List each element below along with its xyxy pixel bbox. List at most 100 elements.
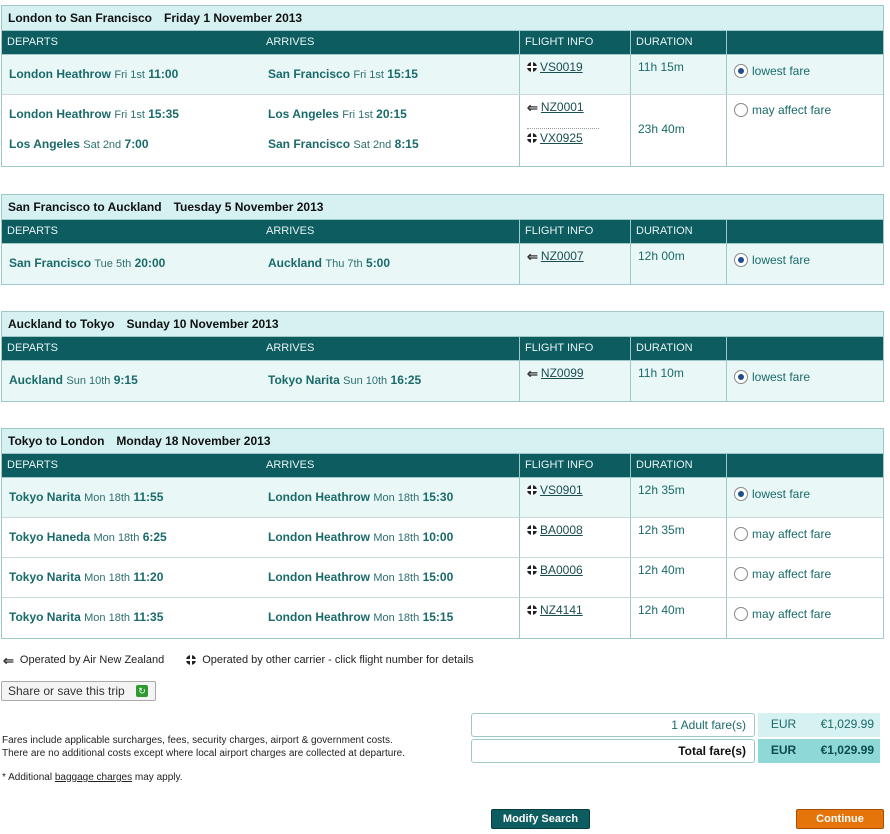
- fare-summary: 1 Adult fare(s) EUR €1,029.99 Total fare…: [471, 713, 880, 765]
- departure-day: Sun 10th: [66, 375, 111, 387]
- flight-number-link[interactable]: NZ0001: [541, 100, 584, 114]
- flight-info-cell: ⇐ NZ0007: [519, 244, 630, 284]
- column-header-select: [726, 454, 883, 477]
- flight-option-row: Tokyo Narita Mon 18th 11:55 London Heathr…: [2, 478, 883, 518]
- fare-radio-button[interactable]: [734, 566, 748, 581]
- leg-route: San Francisco to Auckland: [8, 200, 162, 214]
- other-carrier-icon: [527, 605, 537, 615]
- other-carrier-icon: [527, 525, 537, 535]
- arrival: San Francisco Fri 1st 15:15: [268, 55, 519, 81]
- departure-day: Mon 18th: [84, 492, 131, 504]
- departure-time: 11:00: [148, 67, 179, 81]
- baggage-charges-link[interactable]: baggage charges: [55, 772, 132, 783]
- departs-cell: Tokyo Narita Mon 18th 11:35: [2, 598, 261, 638]
- arrival: Los Angeles Fri 1st 20:15: [268, 95, 519, 121]
- air-new-zealand-icon: ⇐: [527, 99, 538, 115]
- duration-cell: 12h 40m: [630, 598, 726, 638]
- baggage-suffix: may apply.: [132, 772, 183, 783]
- arrival-day: Mon 18th: [373, 532, 420, 544]
- flight-number-link[interactable]: VS0019: [540, 60, 583, 74]
- fare-note: lowest fare: [752, 252, 811, 267]
- legend-other-text: Operated by other carrier - click flight…: [202, 654, 474, 666]
- departure-airport: London Heathrow: [9, 67, 111, 81]
- fare-radio-button[interactable]: [734, 606, 748, 621]
- other-carrier-icon: [527, 133, 537, 143]
- flight-number: ⇐ NZ0007: [527, 249, 630, 263]
- duration-cell: 11h 10m: [630, 361, 726, 401]
- duration-cell: 11h 15m: [630, 55, 726, 94]
- column-header-flight: FLIGHT INFO: [519, 454, 630, 477]
- fare-radio-button[interactable]: [734, 252, 748, 267]
- arrival-airport: London Heathrow: [268, 570, 370, 584]
- departure-day: Mon 18th: [84, 572, 131, 584]
- other-carrier-icon: [527, 62, 537, 72]
- arrival: San Francisco Sat 2nd 8:15: [268, 121, 519, 151]
- air-new-zealand-icon: ⇐: [527, 365, 538, 381]
- fare-radio-button[interactable]: [734, 369, 748, 384]
- departure-day: Sat 2nd: [83, 139, 122, 151]
- flight-number-link[interactable]: VS0901: [540, 483, 583, 497]
- flight-number-link[interactable]: NZ0099: [541, 366, 584, 380]
- leg-route: Auckland to Tokyo: [8, 317, 115, 331]
- departure-day: Tue 5th: [94, 258, 132, 270]
- fare-radio-button[interactable]: [734, 102, 748, 117]
- duration-value: 11h 10m: [638, 366, 684, 380]
- arrival: London Heathrow Mon 18th 10:00: [268, 518, 519, 544]
- share-trip-button[interactable]: Share or save this trip ↻: [1, 681, 156, 701]
- arrival-airport: San Francisco: [268, 67, 351, 81]
- flight-number-link[interactable]: NZ4141: [540, 603, 583, 617]
- arrival-day: Sat 2nd: [353, 139, 392, 151]
- departure: Tokyo Narita Mon 18th 11:20: [9, 558, 261, 584]
- flight-number-link[interactable]: NZ0007: [541, 249, 584, 263]
- departure-airport: Auckland: [9, 373, 64, 387]
- fare-radio-button[interactable]: [734, 486, 748, 501]
- column-header-departs: DEPARTS: [7, 225, 58, 237]
- arrival-time: 15:15: [422, 610, 454, 624]
- leg-header: London to San Francisco Friday 1 November…: [2, 6, 883, 31]
- air-new-zealand-icon: ⇐: [527, 248, 538, 264]
- flight-info-cell: BA0006: [519, 558, 630, 597]
- flight-number-link[interactable]: VX0925: [540, 131, 583, 145]
- arrival-day: Mon 18th: [373, 572, 420, 584]
- flight-number-link[interactable]: BA0006: [540, 563, 583, 577]
- arrives-cell: London Heathrow Mon 18th 10:00: [261, 518, 519, 557]
- arrival-airport: Tokyo Narita: [268, 373, 340, 387]
- flight-info-cell: NZ4141: [519, 598, 630, 638]
- leg-header: Auckland to Tokyo Sunday 10 November 2013: [2, 312, 883, 337]
- flight-leg: Tokyo to London Monday 18 November 2013 DE…: [1, 428, 884, 639]
- departure-time: 11:20: [133, 570, 164, 584]
- total-fare-amount: €1,029.99: [809, 739, 880, 763]
- departure-airport: Tokyo Haneda: [9, 530, 91, 544]
- fare-radio-button[interactable]: [734, 63, 748, 78]
- flight-number: BA0006: [527, 563, 630, 577]
- fare-select-cell: may affect fare: [726, 518, 883, 557]
- arrival-airport: San Francisco: [268, 137, 351, 151]
- leg-date: Tuesday 5 November 2013: [173, 200, 324, 214]
- column-headers: DEPARTS ARRIVES FLIGHT INFO DURATION: [2, 220, 883, 244]
- fare-notes: Fares include applicable surcharges, fee…: [2, 734, 405, 760]
- fare-note: may affect fare: [752, 102, 832, 117]
- column-header-departs: DEPARTS: [7, 342, 58, 354]
- fare-note: lowest fare: [752, 486, 811, 501]
- flight-info-cell: ⇐ NZ0001 VX0925: [519, 95, 630, 166]
- departure-day: Fri 1st: [114, 69, 145, 81]
- arrives-cell: San Francisco Fri 1st 15:15: [261, 55, 519, 94]
- flight-number: NZ4141: [527, 603, 630, 617]
- other-carrier-icon: [186, 655, 197, 665]
- duration-value: 12h 35m: [638, 483, 685, 497]
- duration-cell: 12h 35m: [630, 518, 726, 557]
- arrival-airport: London Heathrow: [268, 530, 370, 544]
- arrives-cell: Tokyo Narita Sun 10th 16:25: [261, 361, 519, 401]
- fare-radio-button[interactable]: [734, 526, 748, 541]
- arrives-cell: London Heathrow Mon 18th 15:15: [261, 598, 519, 638]
- flight-number-link[interactable]: BA0008: [540, 523, 583, 537]
- departure: San Francisco Tue 5th 20:00: [9, 244, 261, 270]
- fare-select-cell: may affect fare: [726, 598, 883, 638]
- adult-fare-row: 1 Adult fare(s) EUR €1,029.99: [471, 713, 880, 737]
- arrival: London Heathrow Mon 18th 15:30: [268, 478, 519, 504]
- departure-airport: London Heathrow: [9, 107, 111, 121]
- departure-time: 9:15: [113, 373, 138, 387]
- continue-button[interactable]: Continue: [796, 809, 884, 829]
- modify-search-button[interactable]: Modify Search: [491, 809, 590, 829]
- arrival-airport: London Heathrow: [268, 490, 370, 504]
